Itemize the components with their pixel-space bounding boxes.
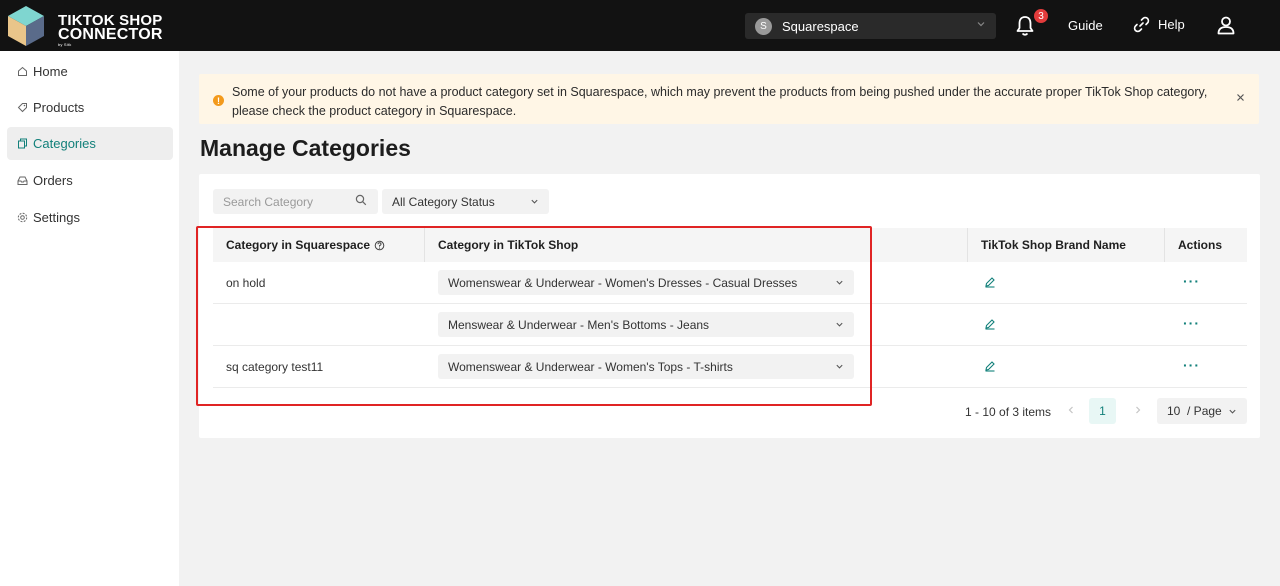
sidebar-item-settings[interactable]: Settings <box>7 201 173 234</box>
column-header-actions: Actions <box>1178 238 1223 252</box>
shop-name: Squarespace <box>782 18 859 34</box>
more-actions-icon[interactable]: ··· <box>1183 274 1200 288</box>
search-icon[interactable] <box>355 194 367 206</box>
warning-icon: ! <box>213 95 224 106</box>
tiktok-category-select[interactable]: Menswear & Underwear - Men's Bottoms - J… <box>438 312 854 337</box>
chevron-left-icon[interactable] <box>1066 405 1076 415</box>
edit-icon[interactable] <box>984 360 996 372</box>
app-logo[interactable]: TIKTOK SHOP CONNECTOR by Sitk <box>4 4 162 48</box>
edit-icon[interactable] <box>984 318 996 330</box>
table-header: Category in Squarespace Category in TikT… <box>213 228 1247 262</box>
categories-card: All Category Status Category in Squaresp… <box>199 174 1260 438</box>
inbox-icon <box>17 176 28 185</box>
chevron-down-icon <box>836 364 843 369</box>
sidebar-item-label: Products <box>33 100 85 115</box>
sidebar-item-orders[interactable]: Orders <box>7 164 173 197</box>
sidebar-item-categories[interactable]: Categories <box>7 127 173 160</box>
column-separator <box>424 228 425 262</box>
edit-icon[interactable] <box>984 276 996 288</box>
table-row: on hold Womenswear & Underwear - Women's… <box>213 262 1247 304</box>
page-title: Manage Categories <box>200 135 411 161</box>
help-circle-icon[interactable] <box>374 240 385 251</box>
chevron-down-icon <box>977 22 985 27</box>
shop-selector[interactable]: S Squarespace <box>745 13 996 39</box>
tiktok-category-value: Menswear & Underwear - Men's Bottoms - J… <box>448 317 710 332</box>
category-status-value: All Category Status <box>392 194 495 209</box>
tiktok-category-value: Womenswear & Underwear - Women's Tops - … <box>448 359 733 374</box>
sidebar-item-label: Categories <box>33 136 96 151</box>
column-separator <box>1164 228 1165 262</box>
column-header-squarespace: Category in Squarespace <box>226 228 385 262</box>
guide-link[interactable]: Guide <box>1068 18 1103 33</box>
logo-line-2: CONNECTOR <box>58 26 163 43</box>
page-size-value: 10 / Page <box>1167 404 1222 418</box>
column-header-tiktok: Category in TikTok Shop <box>438 238 579 252</box>
user-icon[interactable] <box>1216 15 1236 35</box>
warning-banner: ! Some of your products do not have a pr… <box>199 74 1259 124</box>
copy-icon <box>18 138 27 149</box>
column-header-brand: TikTok Shop Brand Name <box>981 238 1126 252</box>
gear-icon <box>17 212 28 223</box>
logo-cube-icon <box>8 6 44 46</box>
sidebar-item-label: Settings <box>33 210 80 225</box>
more-actions-icon[interactable]: ··· <box>1183 358 1200 372</box>
sidebar-item-label: Orders <box>33 173 73 188</box>
chevron-down-icon <box>531 199 538 204</box>
tiktok-category-select[interactable]: Womenswear & Underwear - Women's Dresses… <box>438 270 854 295</box>
squarespace-category: on hold <box>226 276 266 290</box>
more-actions-icon[interactable]: ··· <box>1183 316 1200 330</box>
chevron-down-icon <box>836 280 843 285</box>
link-icon <box>1133 16 1150 33</box>
sidebar-item-home[interactable]: Home <box>7 55 173 88</box>
tag-icon <box>17 103 27 113</box>
tiktok-category-select[interactable]: Womenswear & Underwear - Women's Tops - … <box>438 354 854 379</box>
search-input[interactable] <box>213 189 378 214</box>
pagination-info: 1 - 10 of 3 items <box>965 405 1052 419</box>
shop-avatar: S <box>755 17 772 35</box>
chevron-right-icon[interactable] <box>1133 405 1143 415</box>
column-separator <box>967 228 968 262</box>
help-label: Help <box>1158 17 1185 32</box>
sidebar-item-label: Home <box>33 64 68 79</box>
sidebar-item-products[interactable]: Products <box>7 91 173 124</box>
chevron-down-icon <box>1229 409 1236 414</box>
chevron-down-icon <box>836 322 843 327</box>
page-size-select[interactable]: 10 / Page <box>1157 398 1247 424</box>
squarespace-category: sq category test11 <box>226 360 324 374</box>
sidebar: Home Products Categories Orders Settings <box>0 51 179 586</box>
close-icon[interactable] <box>1236 93 1245 102</box>
help-link[interactable]: Help <box>1133 16 1185 33</box>
table-row: sq category test11 Womenswear & Underwea… <box>213 346 1247 388</box>
category-status-select[interactable]: All Category Status <box>382 189 549 214</box>
pagination-page-current[interactable]: 1 <box>1089 398 1116 424</box>
notification-badge: 3 <box>1033 8 1049 24</box>
tiktok-category-value: Womenswear & Underwear - Women's Dresses… <box>448 275 798 290</box>
table-row: Menswear & Underwear - Men's Bottoms - J… <box>213 304 1247 346</box>
home-icon <box>18 66 27 76</box>
warning-message: Some of your products do not have a prod… <box>232 85 1208 118</box>
bell-icon[interactable] <box>1015 15 1035 37</box>
top-bar: TIKTOK SHOP CONNECTOR by Sitk S Squaresp… <box>0 0 1280 51</box>
